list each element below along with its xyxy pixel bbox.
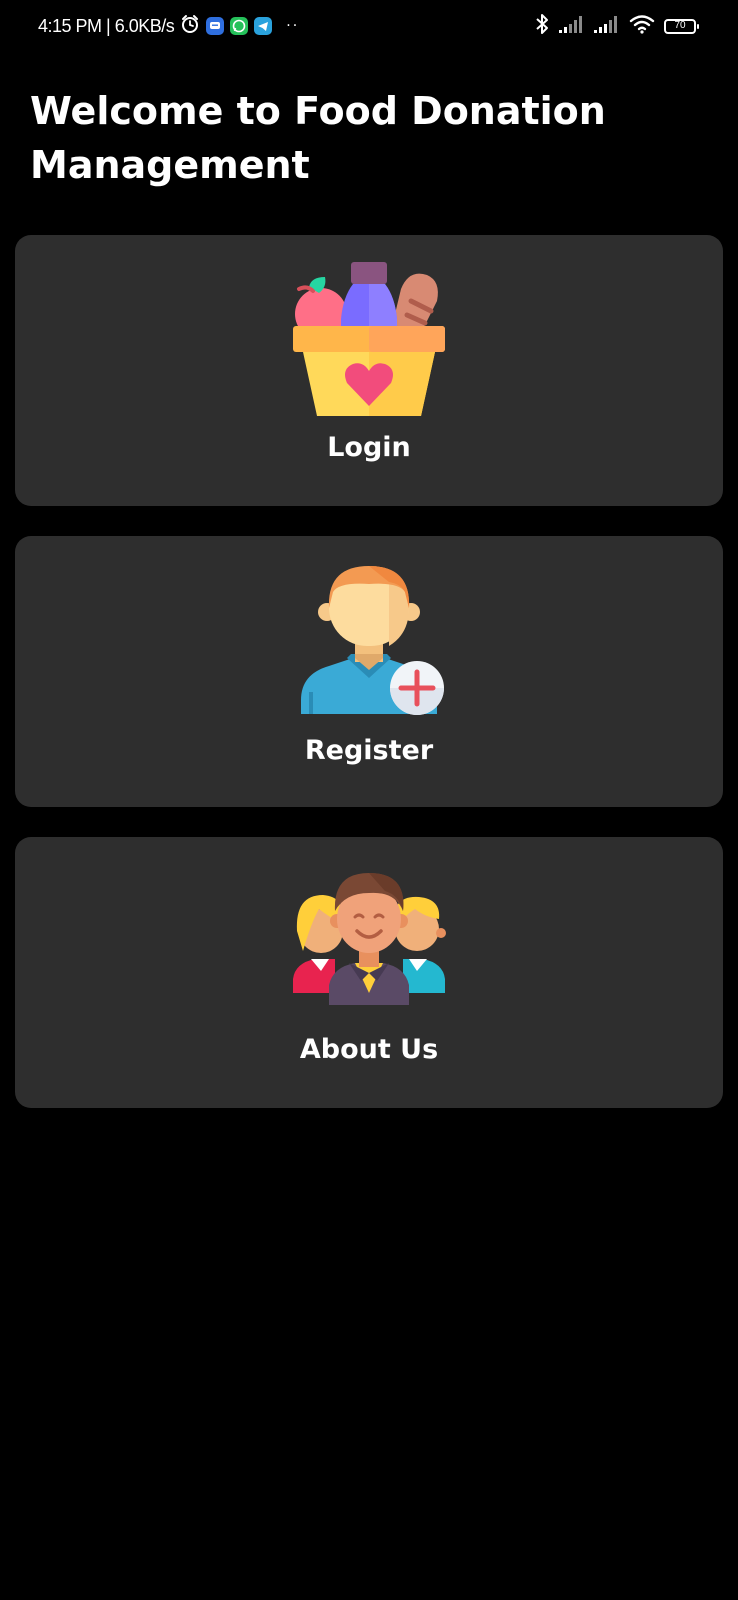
team-icon — [289, 867, 449, 1011]
add-user-icon — [289, 562, 449, 726]
whatsapp-icon — [230, 17, 249, 35]
login-card[interactable]: Login — [15, 235, 723, 506]
battery-icon: 70 — [664, 18, 699, 34]
telegram-icon — [254, 17, 273, 35]
signal-icon — [594, 15, 620, 37]
about-us-label: About Us — [299, 1034, 439, 1065]
page-title: Welcome to Food Donation Management — [30, 89, 606, 187]
about-us-card[interactable]: About Us — [15, 837, 723, 1108]
status-bar: 4:15 PM | 6.0KB/s ·· 70 — [0, 0, 738, 52]
app-screen: 4:15 PM | 6.0KB/s ·· 70 Welcome to Food … — [0, 0, 738, 1600]
bluetooth-icon — [534, 13, 550, 39]
battery-level: 70 — [674, 20, 686, 31]
more-notifications-icon: ·· — [286, 18, 300, 34]
food-basket-icon — [289, 259, 449, 423]
signal-icon — [559, 15, 585, 37]
status-bar-left: 4:15 PM | 6.0KB/s ·· — [38, 14, 299, 38]
status-bar-right: 70 — [534, 13, 699, 39]
register-label: Register — [304, 735, 434, 766]
alarm-icon — [180, 14, 200, 38]
register-card[interactable]: Register — [15, 536, 723, 807]
login-label: Login — [327, 432, 411, 463]
messages-app-icon — [206, 17, 225, 35]
status-time: 4:15 PM | 6.0KB/s — [38, 15, 175, 36]
wifi-icon — [629, 14, 655, 38]
